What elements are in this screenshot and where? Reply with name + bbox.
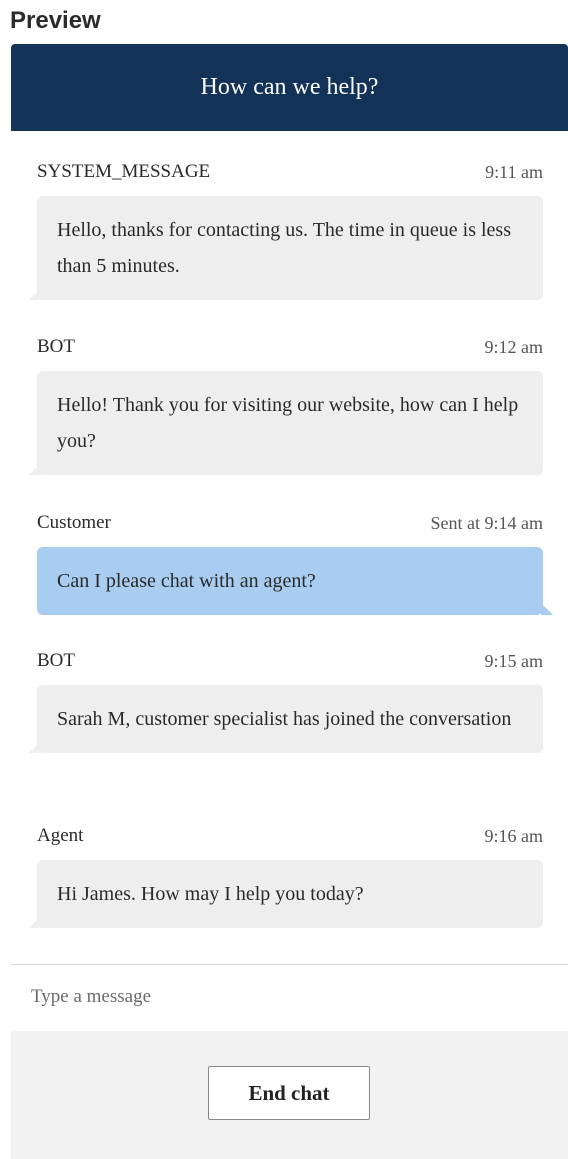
- end-chat-button[interactable]: End chat: [208, 1066, 370, 1120]
- message-sender: BOT: [37, 650, 75, 671]
- message-composer: [11, 964, 568, 1032]
- message-time: 9:16 am: [484, 825, 544, 846]
- message-agent: Agent 9:16 am Hi James. How may I help y…: [29, 824, 544, 928]
- chat-footer: End chat: [11, 1031, 568, 1159]
- message-sender: Agent: [37, 825, 84, 846]
- message-bubble: Hello! Thank you for visiting our websit…: [29, 371, 543, 475]
- message-bubble: Hello, thanks for contacting us. The tim…: [29, 196, 543, 300]
- message-bubble: Sarah M, customer specialist has joined …: [29, 685, 543, 753]
- message-time: Sent at 9:14 am: [430, 512, 543, 533]
- message-sender: Customer: [37, 512, 111, 533]
- chat-widget: How can we help? SYSTEM_MESSAGE 9:11 am …: [11, 44, 568, 1159]
- message-system: SYSTEM_MESSAGE 9:11 am Hello, thanks for…: [29, 160, 543, 300]
- message-time: 9:15 am: [484, 650, 544, 671]
- message-sender: SYSTEM_MESSAGE: [37, 161, 211, 182]
- message-time: 9:11 am: [485, 161, 543, 182]
- message-list[interactable]: SYSTEM_MESSAGE 9:11 am Hello, thanks for…: [11, 131, 568, 964]
- message-bot: BOT 9:12 am Hello! Thank you for visitin…: [29, 335, 544, 475]
- preview-label: Preview: [10, 7, 101, 34]
- message-input[interactable]: [11, 965, 568, 1029]
- message-bot: BOT 9:15 am Sarah M, customer specialist…: [29, 649, 544, 753]
- message-sender: BOT: [37, 336, 75, 357]
- message-bubble: Hi James. How may I help you today?: [29, 860, 543, 928]
- chat-header: How can we help?: [11, 44, 568, 131]
- message-time: 9:12 am: [484, 336, 544, 357]
- chat-header-title: How can we help?: [200, 74, 379, 100]
- message-customer: Customer Sent at 9:14 am Can I please ch…: [37, 511, 553, 615]
- customer-message-bubble: Can I please chat with an agent?: [37, 547, 553, 615]
